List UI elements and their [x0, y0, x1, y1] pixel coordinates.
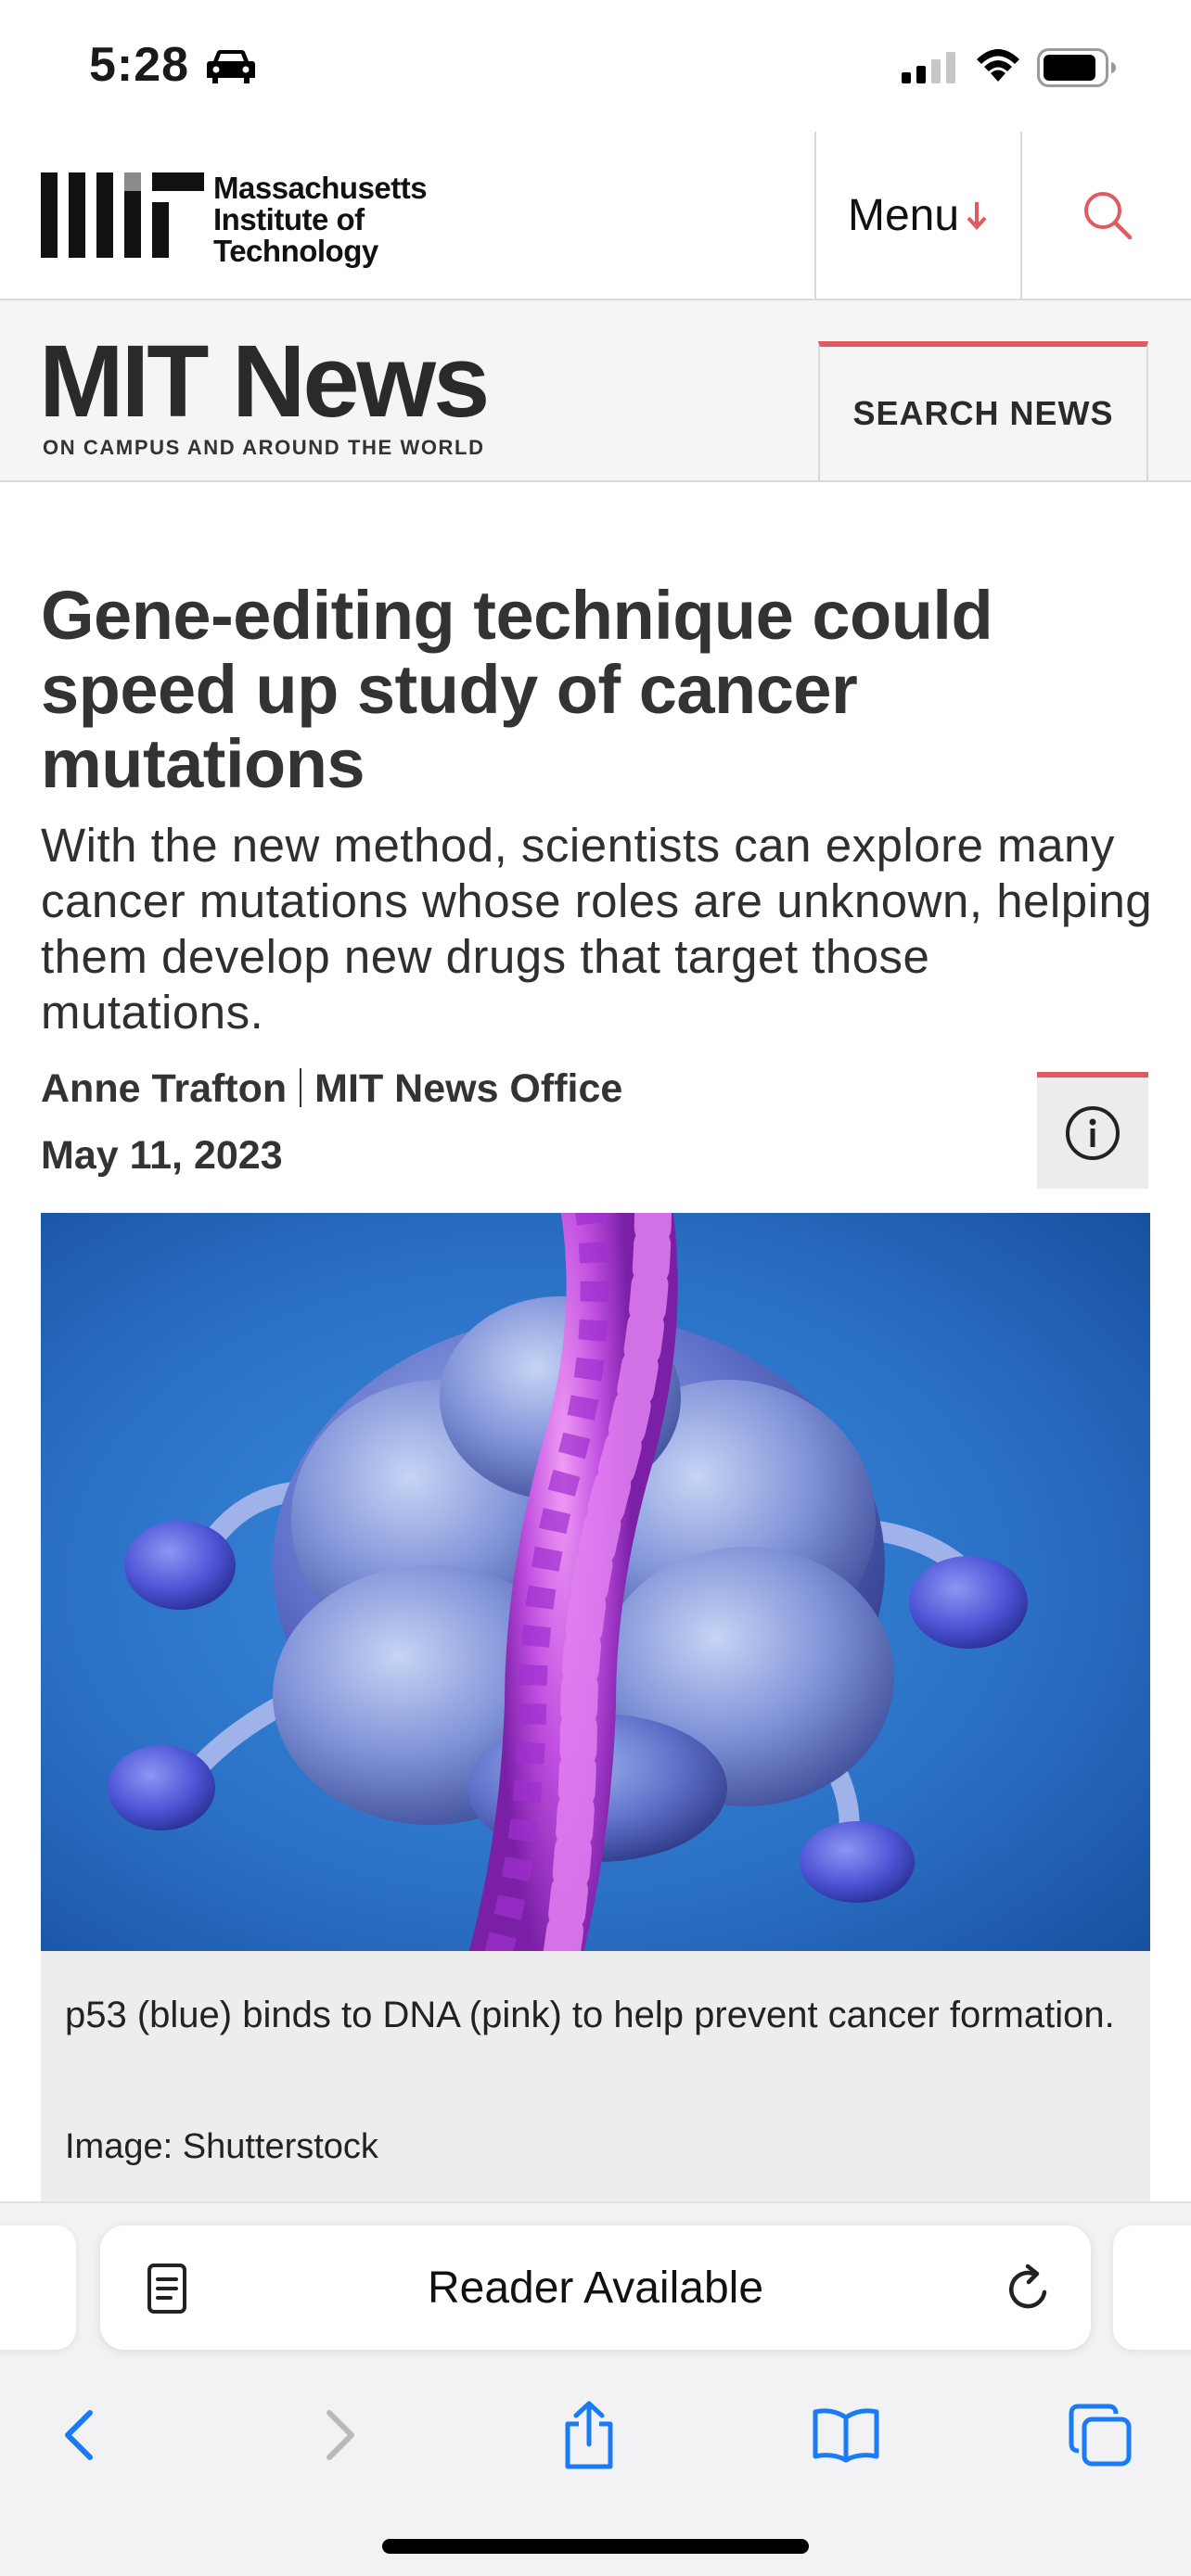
- address-bar[interactable]: Reader Available: [100, 2225, 1091, 2350]
- back-button[interactable]: [37, 2379, 121, 2491]
- search-button[interactable]: [1024, 132, 1191, 299]
- article-headline: Gene-editing technique could speed up st…: [41, 577, 993, 802]
- car-icon: [207, 50, 255, 83]
- search-news-label: SEARCH NEWS: [852, 394, 1114, 432]
- forward-button[interactable]: [299, 2379, 382, 2491]
- reader-icon[interactable]: [147, 2263, 187, 2315]
- publish-date: May 11, 2023: [41, 1133, 283, 1178]
- status-time: 5:28: [89, 38, 190, 92]
- status-bar: 5:28: [0, 0, 1191, 132]
- wordmark-line-1: Massachusetts: [213, 171, 428, 205]
- cellular-signal-icon: [902, 52, 955, 83]
- byline-divider: [300, 1068, 302, 1107]
- address-text: Reader Available: [427, 2263, 764, 2313]
- battery-icon: [1037, 48, 1116, 87]
- search-icon: [1084, 192, 1133, 240]
- news-tagline: ON CAMPUS AND AROUND THE WORLD: [43, 436, 485, 459]
- article-image[interactable]: [41, 1213, 1150, 1951]
- forward-icon: [327, 2410, 354, 2460]
- image-caption: p53 (blue) binds to DNA (pink) to help p…: [65, 1995, 1115, 2035]
- info-button[interactable]: [1037, 1072, 1148, 1189]
- menu-label: Menu: [847, 190, 960, 240]
- mit-news-title[interactable]: MIT News: [39, 331, 490, 433]
- search-news-button[interactable]: SEARCH NEWS: [818, 341, 1148, 482]
- arrow-down-icon: [967, 202, 987, 230]
- info-icon: [1066, 1106, 1120, 1160]
- byline: Anne Trafton MIT News Office: [41, 1066, 622, 1112]
- reload-icon[interactable]: [1004, 2263, 1054, 2315]
- wordmark-line-3: Technology: [213, 234, 378, 268]
- previous-tab-preview[interactable]: [0, 2225, 76, 2350]
- protein-dna-illustration: [41, 1213, 1150, 1951]
- tabs-icon: [1069, 2404, 1132, 2467]
- bookmarks-button[interactable]: [800, 2379, 892, 2491]
- tabs-button[interactable]: [1054, 2379, 1146, 2491]
- wordmark-line-2: Institute of: [213, 202, 365, 236]
- next-tab-preview[interactable]: [1113, 2225, 1191, 2350]
- mit-wordmark: Massachusetts Institute of Technology: [213, 171, 428, 268]
- author-link[interactable]: Anne Trafton: [41, 1066, 287, 1111]
- news-bar: MIT News ON CAMPUS AND AROUND THE WORLD …: [0, 300, 1191, 482]
- office-link[interactable]: MIT News Office: [314, 1066, 622, 1111]
- article-dek: With the new method, scientists can expl…: [41, 819, 1153, 1039]
- safari-bottom-bar: Reader Available: [0, 2201, 1191, 2576]
- share-icon: [565, 2401, 613, 2469]
- mit-header: Massachusetts Institute of Technology Me…: [0, 132, 1191, 300]
- image-caption-box: p53 (blue) binds to DNA (pink) to help p…: [41, 1951, 1150, 2201]
- back-icon: [65, 2410, 93, 2460]
- mit-logo[interactable]: [41, 172, 204, 258]
- bookmarks-icon: [813, 2408, 879, 2463]
- home-indicator[interactable]: [382, 2539, 809, 2554]
- image-credit: Image: Shutterstock: [65, 2127, 378, 2166]
- share-button[interactable]: [547, 2379, 631, 2491]
- menu-button[interactable]: Menu: [814, 132, 1022, 299]
- wifi-icon: [977, 49, 1019, 82]
- safari-toolbar: [0, 2379, 1191, 2491]
